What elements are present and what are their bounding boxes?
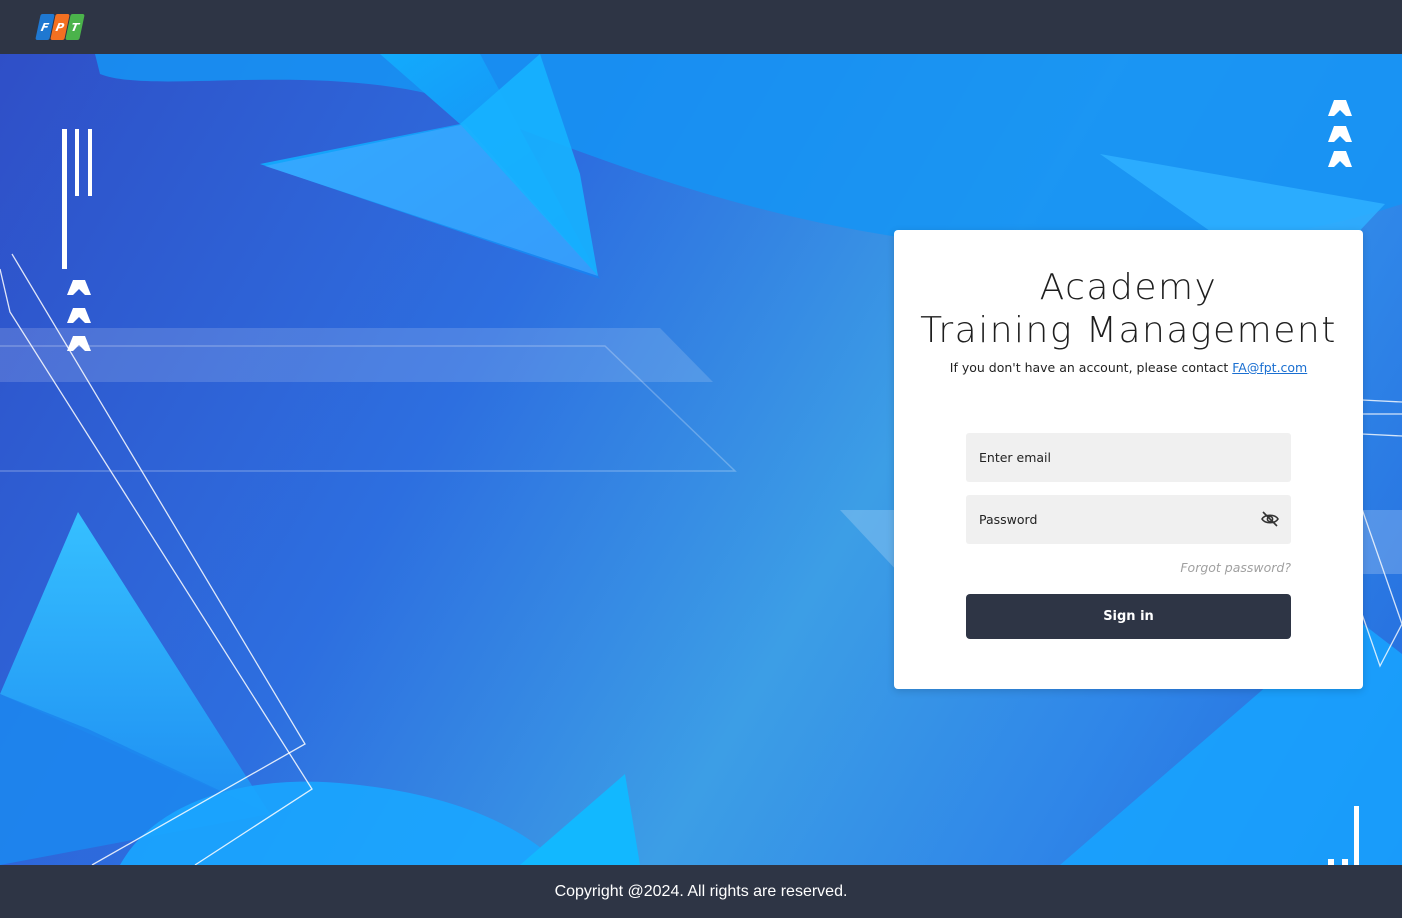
fpt-logo[interactable]: F P T <box>35 14 85 42</box>
copyright-text: Copyright @2024. All rights are reserved… <box>554 882 848 900</box>
password-field[interactable] <box>966 495 1291 544</box>
eye-slash-icon[interactable] <box>1260 510 1280 528</box>
page-title: Academy Training Management <box>894 266 1363 352</box>
forgot-password-link[interactable]: Forgot password? <box>966 560 1291 575</box>
password-input[interactable] <box>966 495 1291 544</box>
footer: Copyright @2024. All rights are reserved… <box>0 865 1402 918</box>
top-bar: F P T <box>0 0 1402 54</box>
email-field[interactable] <box>966 433 1291 482</box>
contact-email-link[interactable]: FA@fpt.com <box>1232 360 1307 375</box>
sign-in-button[interactable]: Sign in <box>966 594 1291 639</box>
email-input[interactable] <box>966 433 1291 482</box>
contact-text: If you don't have an account, please con… <box>894 360 1363 375</box>
title-line-1: Academy <box>1039 267 1218 308</box>
contact-label: If you don't have an account, please con… <box>949 360 1229 375</box>
login-card: Academy Training Management If you don't… <box>894 230 1363 689</box>
title-line-2: Training Management <box>920 310 1337 351</box>
